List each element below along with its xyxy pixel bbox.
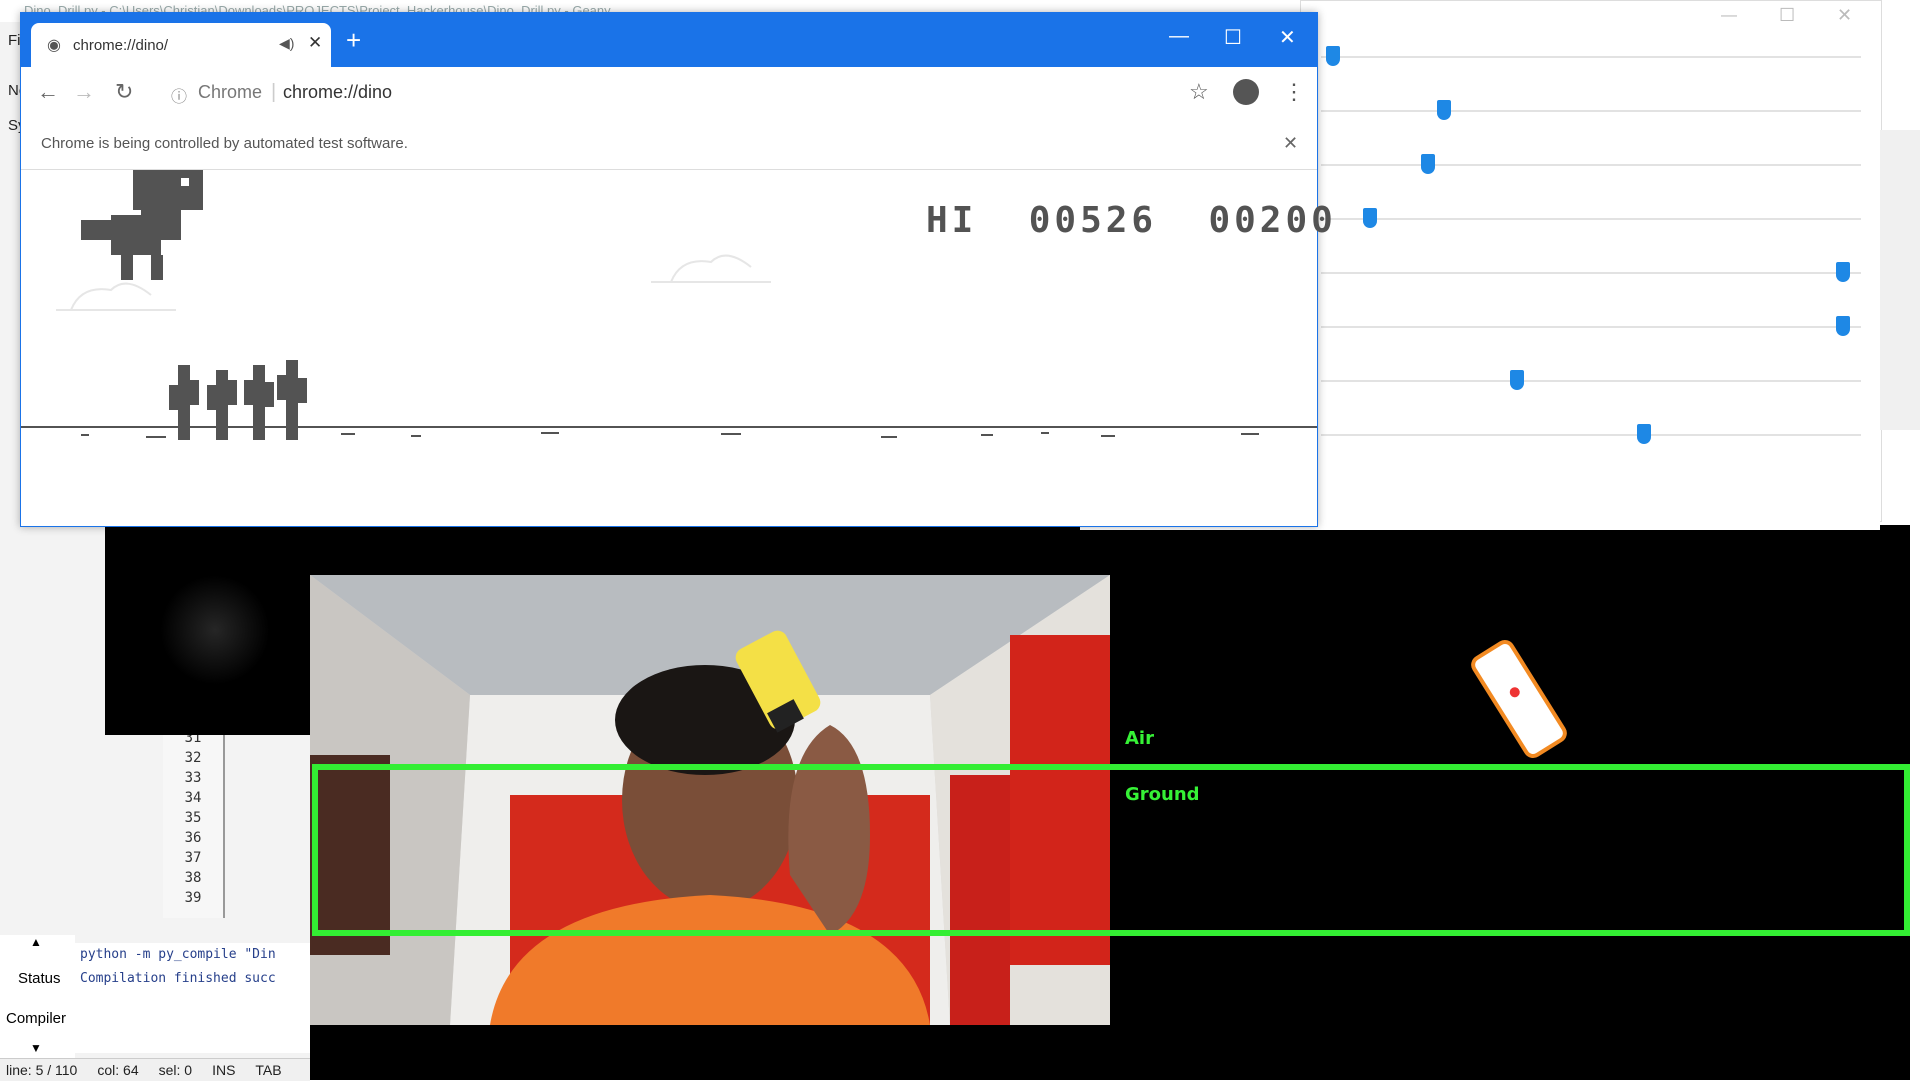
- message-window-tabs: ▲ Status Compiler ▼: [0, 935, 75, 1060]
- line-number: 37: [184, 850, 202, 866]
- minimize-icon[interactable]: —: [1721, 7, 1737, 25]
- menu-icon[interactable]: ⋮: [1283, 79, 1305, 105]
- cloud-icon: [56, 254, 771, 311]
- close-icon[interactable]: ✕: [1279, 25, 1296, 50]
- slider-track[interactable]: [1321, 380, 1861, 382]
- slider-thumb[interactable]: [1363, 208, 1378, 228]
- line-number: 36: [184, 830, 202, 846]
- editor-statusbar: line: 5 / 110 col: 64 sel: 0 INS TAB: [0, 1058, 310, 1081]
- slider-track[interactable]: [1321, 434, 1861, 436]
- centroid-dot: [1507, 685, 1522, 700]
- console-line: Compilation finished succ: [80, 971, 276, 986]
- status-indent: TAB: [255, 1062, 282, 1078]
- ground-zone-label: Ground: [1125, 784, 1200, 805]
- minimize-icon[interactable]: —: [1169, 25, 1189, 48]
- slider-thumb[interactable]: [1836, 316, 1851, 336]
- line-number: 34: [184, 790, 202, 806]
- info-icon[interactable]: ⓘ: [171, 83, 187, 107]
- line-number: 35: [184, 810, 202, 826]
- status-sel: sel: 0: [158, 1062, 193, 1078]
- trackbar-window: — ☐ ✕: [1300, 0, 1882, 522]
- maximize-icon[interactable]: ☐: [1224, 25, 1242, 50]
- reload-icon[interactable]: ↻: [115, 79, 133, 105]
- slider-track[interactable]: [1321, 218, 1861, 220]
- compiler-output: python -m py_compile "Din Compilation fi…: [75, 943, 310, 1053]
- line-number: 32: [184, 750, 202, 766]
- status-mode: INS: [212, 1062, 236, 1078]
- dino-icon: [81, 170, 203, 280]
- tab-compiler[interactable]: Compiler: [6, 1010, 66, 1027]
- infobar-close-icon[interactable]: ✕: [1283, 133, 1298, 154]
- line-number: 38: [184, 870, 202, 886]
- blur-preview: [105, 525, 310, 735]
- chrome-window: ◉ chrome://dino/ ◀) ✕ + — ☐ ✕ ← → ↻ ⓘ Ch…: [20, 12, 1333, 527]
- address-bar[interactable]: chrome://dino: [283, 82, 392, 103]
- status-col: col: 64: [97, 1062, 139, 1078]
- close-icon[interactable]: ✕: [1837, 5, 1852, 26]
- slider-thumb[interactable]: [1420, 154, 1435, 174]
- tab-title: chrome://dino/: [73, 37, 169, 54]
- dino-game-canvas[interactable]: HI 00526 00200: [21, 170, 1333, 526]
- line-number-gutter: 31 32 33 34 35 36 37 38 39: [163, 728, 225, 918]
- scroll-up-icon[interactable]: ▲: [30, 935, 42, 949]
- scrollbar[interactable]: [1880, 130, 1920, 430]
- slider-thumb[interactable]: [1636, 424, 1651, 444]
- tab-strip: ◉ chrome://dino/ ◀) ✕ + — ☐ ✕: [21, 13, 1317, 67]
- url-site-label: Chrome: [198, 82, 263, 102]
- scroll-down-icon[interactable]: ▼: [30, 1041, 42, 1055]
- slider-thumb[interactable]: [1326, 46, 1341, 66]
- slider-track[interactable]: [1321, 326, 1861, 328]
- slider-thumb[interactable]: [1436, 100, 1451, 120]
- slider-thumb[interactable]: [1510, 370, 1525, 390]
- tab-close-icon[interactable]: ✕: [308, 33, 322, 53]
- slider-track[interactable]: [1321, 164, 1861, 166]
- toolbar: ← → ↻ ⓘ Chrome | chrome://dino ☆ ⋮: [21, 67, 1317, 120]
- line-number: 39: [184, 890, 202, 906]
- slider-track[interactable]: [1321, 272, 1861, 274]
- forward-icon[interactable]: →: [73, 79, 95, 105]
- air-zone-label: Air: [1125, 728, 1154, 749]
- url-divider: |: [271, 81, 277, 103]
- automation-infobar: Chrome is being controlled by automated …: [21, 119, 1317, 170]
- game-scene: [21, 170, 1317, 440]
- slider-track[interactable]: [1321, 110, 1861, 112]
- status-line: line: 5 / 110: [6, 1062, 78, 1078]
- slider-thumb[interactable]: [1836, 262, 1851, 282]
- slider-track[interactable]: [1321, 56, 1861, 58]
- speaker-icon[interactable]: ◀): [279, 35, 294, 52]
- infobar-text: Chrome is being controlled by automated …: [41, 135, 408, 152]
- console-line: python -m py_compile "Din: [80, 947, 276, 962]
- line-number: 33: [184, 770, 202, 786]
- menu-file[interactable]: Fi: [8, 32, 21, 49]
- back-icon[interactable]: ←: [37, 79, 59, 105]
- tab-status[interactable]: Status: [18, 970, 61, 987]
- account-icon[interactable]: [1233, 79, 1259, 105]
- globe-icon: ◉: [47, 37, 61, 54]
- plus-icon[interactable]: +: [346, 27, 361, 53]
- browser-tab[interactable]: ◉ chrome://dino/ ◀) ✕: [31, 23, 331, 67]
- blur-blob: [160, 575, 270, 685]
- ground-zone-box: [312, 764, 1910, 936]
- star-icon[interactable]: ☆: [1189, 79, 1209, 105]
- maximize-icon[interactable]: ☐: [1779, 5, 1795, 26]
